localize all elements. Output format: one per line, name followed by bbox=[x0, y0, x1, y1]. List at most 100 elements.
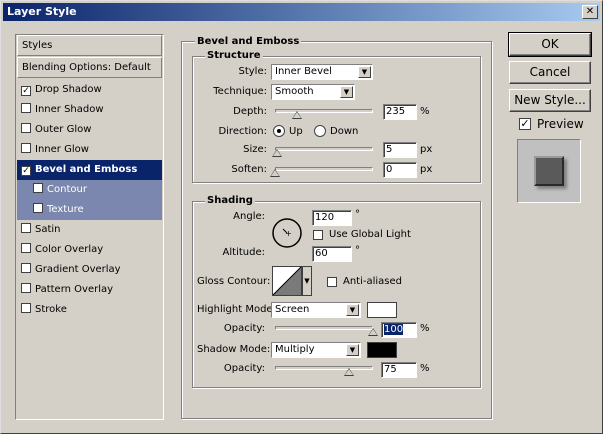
preview-thumbnail bbox=[517, 139, 581, 203]
size-slider-track[interactable] bbox=[275, 147, 373, 151]
style-item-checkbox[interactable]: ✓ bbox=[21, 166, 31, 176]
close-icon: ✕ bbox=[585, 6, 595, 17]
styles-header[interactable]: Styles bbox=[17, 35, 162, 56]
style-item-label: Contour bbox=[47, 184, 87, 195]
dialog-title: Layer Style bbox=[7, 5, 77, 18]
style-item-checkbox[interactable] bbox=[21, 283, 31, 293]
chevron-down-icon: ▼ bbox=[358, 66, 371, 78]
use-global-light-checkbox[interactable] bbox=[313, 230, 327, 242]
depth-label: Depth: bbox=[233, 106, 267, 117]
cancel-button[interactable]: Cancel bbox=[509, 61, 591, 84]
style-item-label: Inner Glow bbox=[35, 144, 89, 155]
highlight-opacity-slider-track[interactable] bbox=[275, 326, 373, 330]
style-item-drop-shadow[interactable]: ✓ Drop Shadow bbox=[17, 80, 162, 100]
style-select[interactable]: Inner Bevel ▼ bbox=[271, 64, 373, 80]
style-item-inner-shadow[interactable]: Inner Shadow bbox=[17, 100, 162, 120]
anti-aliased-label: Anti-aliased bbox=[343, 276, 403, 287]
style-item-label: Stroke bbox=[35, 304, 67, 315]
highlight-opacity-value: 100 bbox=[384, 324, 404, 335]
soften-slider-thumb[interactable] bbox=[270, 169, 280, 177]
size-slider-thumb[interactable] bbox=[271, 149, 282, 157]
style-item-checkbox[interactable]: ✓ bbox=[21, 86, 31, 96]
chevron-down-icon: ▼ bbox=[340, 86, 353, 98]
direction-down-radio[interactable] bbox=[314, 125, 326, 137]
direction-up-radio[interactable] bbox=[273, 125, 285, 137]
style-item-outer-glow[interactable]: Outer Glow bbox=[17, 120, 162, 140]
style-item-label: Drop Shadow bbox=[35, 84, 102, 95]
highlight-opacity-input[interactable]: 100 bbox=[381, 322, 417, 338]
highlight-mode-select[interactable]: Screen ▼ bbox=[271, 302, 361, 318]
depth-input-value: 235 bbox=[386, 106, 406, 117]
style-item-checkbox[interactable] bbox=[21, 223, 31, 233]
style-item-satin[interactable]: Satin bbox=[17, 220, 162, 240]
shadow-opacity-unit: % bbox=[420, 363, 430, 374]
soften-slider-track[interactable] bbox=[275, 167, 373, 171]
direction-up-label: Up bbox=[289, 126, 303, 137]
style-item-stroke[interactable]: Stroke bbox=[17, 300, 162, 320]
angle-unit: ° bbox=[355, 209, 360, 220]
style-item-checkbox[interactable] bbox=[21, 263, 31, 273]
altitude-input[interactable]: 60 bbox=[312, 246, 352, 262]
shadow-mode-select[interactable]: Multiply ▼ bbox=[271, 342, 361, 358]
style-item-label: Inner Shadow bbox=[35, 104, 104, 115]
anti-aliased-checkbox[interactable] bbox=[327, 277, 341, 289]
depth-unit: % bbox=[420, 106, 430, 117]
soften-unit: px bbox=[420, 164, 433, 175]
style-item-bevel-and-emboss[interactable]: ✓ Bevel and Emboss bbox=[17, 160, 162, 180]
angle-dial[interactable]: + bbox=[271, 217, 303, 249]
shadow-mode-label: Shadow Mode: bbox=[197, 344, 271, 355]
checkbox-box bbox=[313, 230, 323, 240]
style-item-checkbox[interactable] bbox=[21, 143, 31, 153]
depth-slider-thumb[interactable] bbox=[291, 111, 302, 119]
style-item-checkbox[interactable] bbox=[21, 123, 31, 133]
checkbox-box bbox=[327, 277, 337, 287]
styles-list: Styles Blending Options: Default ✓ Drop S… bbox=[15, 34, 164, 420]
style-item-checkbox[interactable] bbox=[21, 103, 31, 113]
shadow-color-swatch[interactable] bbox=[367, 342, 397, 358]
highlight-color-swatch[interactable] bbox=[367, 302, 397, 318]
altitude-input-value: 60 bbox=[315, 248, 328, 259]
contour-curve-icon bbox=[272, 266, 302, 296]
shadow-opacity-value: 75 bbox=[384, 364, 397, 375]
shadow-opacity-slider-thumb[interactable] bbox=[343, 368, 354, 376]
preview-checkbox[interactable]: ✓ bbox=[519, 118, 535, 130]
style-item-color-overlay[interactable]: Color Overlay bbox=[17, 240, 162, 260]
technique-select[interactable]: Smooth ▼ bbox=[271, 84, 355, 100]
ok-button[interactable]: OK bbox=[508, 32, 592, 57]
style-item-gradient-overlay[interactable]: Gradient Overlay bbox=[17, 260, 162, 280]
gloss-contour-swatch[interactable] bbox=[272, 266, 302, 296]
gloss-contour-dropdown[interactable]: ▼ bbox=[302, 266, 312, 296]
close-button[interactable]: ✕ bbox=[582, 5, 598, 19]
style-item-texture[interactable]: Texture bbox=[17, 200, 162, 220]
highlight-opacity-slider-thumb[interactable] bbox=[368, 328, 378, 336]
size-input[interactable]: 5 bbox=[383, 142, 417, 158]
blending-options[interactable]: Blending Options: Default bbox=[17, 57, 162, 78]
size-label: Size: bbox=[243, 144, 267, 155]
shadow-opacity-label: Opacity: bbox=[223, 363, 265, 374]
technique-label: Technique: bbox=[213, 86, 267, 97]
style-item-contour[interactable]: Contour bbox=[17, 180, 162, 200]
shadow-mode-value: Multiply bbox=[275, 344, 315, 355]
style-item-checkbox[interactable] bbox=[21, 303, 31, 313]
shadow-opacity-input[interactable]: 75 bbox=[381, 362, 417, 378]
highlight-opacity-label: Opacity: bbox=[223, 323, 265, 334]
preview-square bbox=[534, 156, 564, 186]
shadow-opacity-slider-track[interactable] bbox=[275, 366, 373, 370]
angle-input[interactable]: 120 bbox=[312, 210, 352, 226]
use-global-light-label: Use Global Light bbox=[329, 229, 411, 240]
size-input-value: 5 bbox=[386, 144, 393, 155]
angle-label: Angle: bbox=[233, 211, 265, 222]
chevron-down-icon: ▼ bbox=[346, 304, 359, 316]
chevron-down-icon: ▼ bbox=[304, 277, 310, 285]
new-style-button[interactable]: New Style... bbox=[509, 89, 591, 112]
style-item-checkbox[interactable] bbox=[21, 243, 31, 253]
soften-input[interactable]: 0 bbox=[383, 162, 417, 178]
style-item-checkbox[interactable] bbox=[33, 183, 43, 193]
layer-style-dialog: Layer Style ✕ Styles Blending Options: D… bbox=[0, 0, 603, 434]
shading-title: Shading bbox=[205, 195, 255, 207]
style-item-inner-glow[interactable]: Inner Glow bbox=[17, 140, 162, 160]
depth-input[interactable]: 235 bbox=[383, 104, 417, 120]
style-item-checkbox[interactable] bbox=[33, 203, 43, 213]
depth-slider-track[interactable] bbox=[275, 109, 373, 113]
style-item-pattern-overlay[interactable]: Pattern Overlay bbox=[17, 280, 162, 300]
